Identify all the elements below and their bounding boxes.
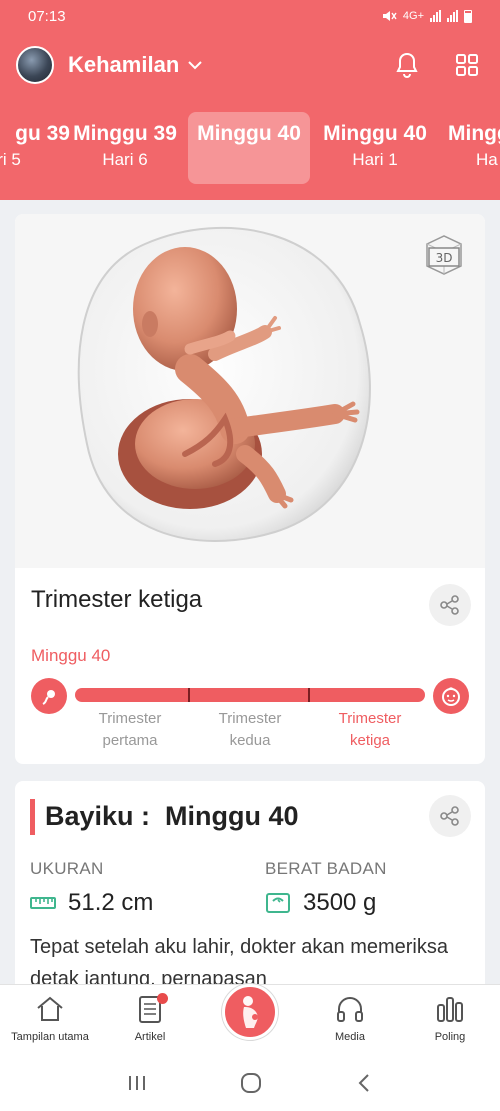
bell-icon[interactable] [394,52,420,78]
nav-poll-label: Poling [434,1031,466,1043]
signal-icon [430,10,441,22]
trimester-label-third: Trimester ketiga [338,710,402,749]
bottom-nav: Tampilan utama Artikel Media Poling [0,984,500,1054]
size-stat: 51.2 cm [30,889,153,917]
notification-dot [157,993,168,1004]
week-tab[interactable]: gu 39 ri 5 [0,112,70,184]
section-accent-bar [30,799,35,835]
week-tab-day: Hari 6 [102,150,148,169]
week-tab-week: Minggu 39 [73,122,177,145]
trimester-progress-bar [75,688,425,702]
nav-articles[interactable]: Artikel [100,993,200,1043]
status-icons: 4G+ [381,9,472,23]
trimester-label-second: Trimester kedua [218,710,282,749]
baby-marker [433,678,469,714]
nav-pregnancy-button[interactable] [222,984,278,1040]
size-label: UKURAN [30,859,104,878]
fetus-illustration [77,226,371,543]
back-icon[interactable] [354,1072,374,1094]
avatar[interactable] [16,46,54,84]
home-circle-icon[interactable] [239,1071,263,1095]
weight-stat: 3500 g [265,889,376,917]
app-bar: Kehamilan [0,32,500,98]
fetus-image[interactable]: 3D [15,214,485,568]
share-icon [440,595,459,615]
week-tabs: gu 39 ri 5 Minggu 39 Hari 6 Minggu 40 Mi… [0,98,500,200]
trimester-divider [188,688,190,702]
grid-menu-icon[interactable] [454,52,480,78]
conception-marker [31,678,67,714]
week-tab[interactable]: Mingg Ha [440,112,500,184]
poll-chart-icon [437,997,463,1022]
share-button[interactable] [429,795,471,837]
mute-icon [382,11,397,21]
3d-badge-label: 3D [436,251,453,265]
week-tab-selected[interactable]: Minggu 40 [188,112,310,184]
3d-view-icon[interactable]: 3D [419,230,469,280]
network-type: 4G+ [402,10,424,22]
trimester-divider [308,688,310,702]
nav-media-label: Media [335,1031,365,1043]
week-tab-day: ri 5 [0,150,21,169]
trimester-card: 3D Trimester ketiga Minggu 40 Trimester p… [15,214,485,764]
app-title: Kehamilan [68,52,180,77]
baby-face-icon [442,687,460,706]
signal-icon-2 [447,10,458,22]
nav-home[interactable]: Tampilan utama [0,993,100,1043]
share-button[interactable] [429,584,471,626]
headphones-icon [337,997,363,1022]
week-tab-week: gu 39 [15,122,70,145]
baby-card: Bayiku : Minggu 40 UKURAN 51.2 cm BERAT … [15,781,485,1001]
week-tab-week: Mingg [448,122,500,145]
ruler-icon [30,897,56,909]
system-nav-bar [0,1054,500,1111]
sperm-icon [42,690,55,705]
trimester-progress-fill [75,688,425,702]
nav-home-label: Tampilan utama [11,1031,89,1043]
trimester-label-first: Trimester pertama [98,710,162,749]
baby-title: Bayiku : Minggu 40 [45,801,299,831]
size-value: 51.2 cm [68,889,154,916]
weight-value: 3500 g [303,889,377,916]
trimester-title: Trimester ketiga [31,586,203,613]
week-tab-week: Minggu 40 [197,122,301,145]
chevron-down-icon [188,61,202,70]
week-tab[interactable]: Minggu 39 Hari 6 [64,112,186,184]
weight-label: BERAT BADAN [265,859,387,878]
week-tab-day: Hari 1 [352,150,398,169]
week-tab-week: Minggu 40 [323,122,427,145]
status-time: 07:13 [28,7,66,25]
pregnant-woman-icon [243,996,258,1028]
status-bar: 07:13 4G+ [0,0,500,32]
nav-articles-label: Artikel [134,1031,166,1043]
battery-icon [464,9,472,23]
week-tab[interactable]: Minggu 40 Hari 1 [314,112,436,184]
week-tab-day: Ha [476,150,498,169]
recent-apps-icon[interactable] [126,1073,148,1093]
nav-media[interactable]: Media [300,993,400,1043]
current-week-label: Minggu 40 [31,646,111,665]
share-icon [440,806,459,826]
scale-icon [266,893,290,913]
home-icon [37,996,63,1021]
pregnancy-selector[interactable]: Kehamilan [68,52,203,78]
nav-poll[interactable]: Poling [400,993,500,1043]
